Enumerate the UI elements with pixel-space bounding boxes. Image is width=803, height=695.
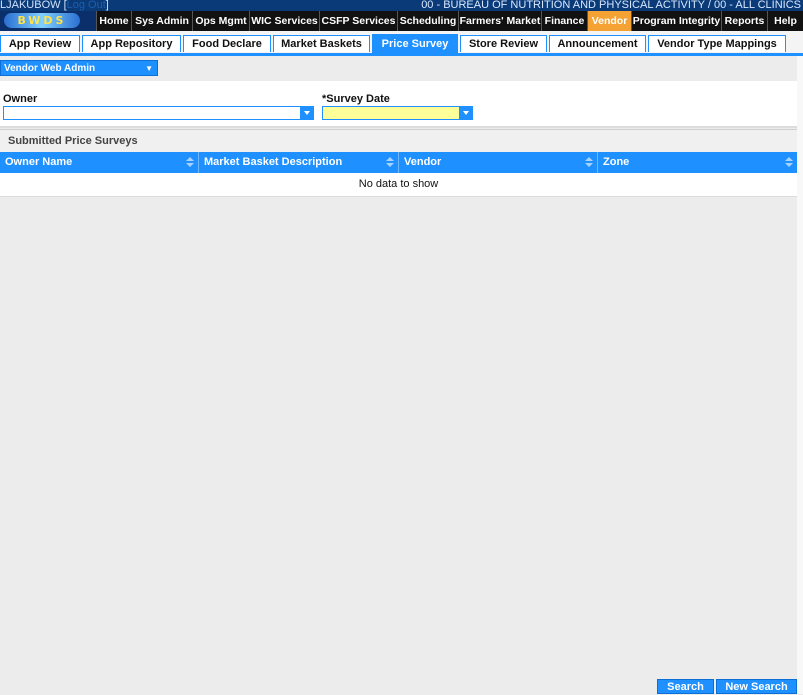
- app-logo: BWDS: [0, 11, 96, 31]
- agency-clinic-label: 00 - BUREAU OF NUTRITION AND PHYSICAL AC…: [421, 0, 801, 11]
- survey-date-dropdown-button[interactable]: [459, 106, 473, 120]
- username: LJAKUBOW [: [0, 0, 67, 11]
- sort-icon: [186, 157, 194, 169]
- tab-app-repository[interactable]: App Repository: [82, 35, 181, 52]
- owner-combo[interactable]: [3, 106, 314, 124]
- column-label: Market Basket Description: [204, 156, 343, 168]
- menu-program-integrity[interactable]: Program Integrity: [631, 11, 721, 31]
- tab-vendor-type-mappings[interactable]: Vendor Type Mappings: [648, 35, 786, 52]
- menu-csfp-services[interactable]: CSFP Services: [319, 11, 397, 31]
- username-close: ]: [105, 0, 109, 11]
- vendor-web-admin-label: Vendor Web Admin: [4, 63, 96, 74]
- column-label: Vendor: [404, 156, 442, 168]
- logo-text: BWDS: [4, 13, 80, 28]
- logout-link[interactable]: Log Out: [67, 0, 106, 11]
- column-label: Owner Name: [5, 156, 73, 168]
- owner-dropdown-button[interactable]: [300, 106, 314, 120]
- tab-market-baskets[interactable]: Market Baskets: [273, 35, 370, 52]
- tab-announcement[interactable]: Announcement: [549, 35, 646, 52]
- sort-icon: [785, 157, 793, 169]
- menu-home[interactable]: Home: [96, 11, 131, 31]
- column-market-basket-description[interactable]: Market Basket Description: [199, 152, 399, 173]
- survey-date-combo[interactable]: [322, 106, 473, 124]
- column-label: Zone: [603, 156, 630, 168]
- menu-ops-mgmt[interactable]: Ops Mgmt: [192, 11, 249, 31]
- owner-input[interactable]: [4, 111, 313, 124]
- menu-reports[interactable]: Reports: [721, 11, 767, 31]
- tab-app-review[interactable]: App Review: [0, 35, 80, 52]
- scrollbar-track[interactable]: [797, 56, 803, 694]
- user-info: LJAKUBOW [Log Out]: [0, 0, 109, 11]
- grid-body: [0, 197, 797, 675]
- grid-empty-message: No data to show: [0, 173, 797, 197]
- menu-wic-services[interactable]: WIC Services: [249, 11, 319, 31]
- user-bar: LJAKUBOW [Log Out] 00 - BUREAU OF NUTRIT…: [0, 0, 803, 11]
- menu-vendor[interactable]: Vendor: [587, 11, 631, 31]
- tab-store-review[interactable]: Store Review: [460, 35, 547, 52]
- grid-title: Submitted Price Surveys: [0, 129, 797, 152]
- vendor-web-admin-menu[interactable]: Vendor Web Admin ▼: [0, 60, 158, 76]
- column-zone[interactable]: Zone: [598, 152, 797, 173]
- menu-finance[interactable]: Finance: [541, 11, 587, 31]
- survey-date-label: *Survey Date: [322, 93, 390, 105]
- menu-farmers-market[interactable]: Farmers' Market: [458, 11, 541, 31]
- survey-date-input[interactable]: [323, 111, 472, 124]
- sort-icon: [386, 157, 394, 169]
- tab-food-declare[interactable]: Food Declare: [183, 35, 271, 52]
- column-owner-name[interactable]: Owner Name: [0, 152, 199, 173]
- new-search-button[interactable]: New Search: [716, 679, 797, 694]
- sort-icon: [585, 157, 593, 169]
- tab-price-survey[interactable]: Price Survey: [372, 34, 458, 53]
- menu-help[interactable]: Help: [767, 11, 803, 31]
- search-button[interactable]: Search: [657, 679, 714, 694]
- owner-label: Owner: [3, 93, 38, 105]
- column-vendor[interactable]: Vendor: [399, 152, 598, 173]
- chevron-down-icon: ▼: [145, 64, 153, 73]
- menu-scheduling[interactable]: Scheduling: [397, 11, 458, 31]
- menu-sys-admin[interactable]: Sys Admin: [131, 11, 192, 31]
